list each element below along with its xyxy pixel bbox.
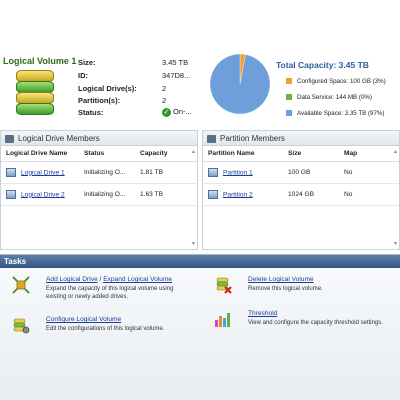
threshold-icon: [215, 313, 230, 327]
drive-name-cell: Logical Drive 2: [1, 183, 79, 206]
partition-map-cell: No: [339, 183, 399, 206]
drive-name-cell: Logical Drive 1: [1, 161, 79, 184]
logical-drive-members-panel: Logical Drive Members Logical Drive Name…: [0, 130, 198, 250]
legend-label-data-service: Data Service: 144 MB (0%): [297, 94, 372, 101]
size-label: Size:: [78, 58, 96, 67]
partition-2-link[interactable]: Partition 2: [223, 191, 253, 198]
partition-row-icon: [208, 167, 218, 177]
pie-slice-available-space: [209, 53, 271, 115]
partition-name-cell: Partition 1: [203, 161, 283, 184]
legend-swatch-data-service: [286, 94, 292, 101]
task-threshold-description: View and configure the capacity threshol…: [248, 320, 383, 326]
task-configure-title: Configure Logical Volume: [46, 316, 121, 323]
status-label: Status:: [78, 108, 104, 117]
logical-drives-value: 2: [162, 84, 167, 93]
scroll-up-icon[interactable]: ▴: [192, 148, 195, 155]
task-add-expand: Add Logical Drive / Expand Logical Volum…: [12, 276, 202, 306]
volume-title: Logical Volume 1: [3, 56, 77, 66]
task-threshold: Threshold View and configure the capacit…: [214, 310, 394, 334]
scroll-down-icon[interactable]: ▾: [394, 240, 397, 247]
drive-icon: [6, 167, 16, 177]
logical-drives-label: Logical Drive(s):: [78, 84, 137, 93]
task-delete-title: Delete Logical Volume: [248, 276, 314, 283]
legend-data-service: Data Service: 144 MB (0%): [286, 94, 372, 101]
total-capacity-title: Total Capacity: 3.45 TB: [276, 60, 369, 70]
table-row[interactable]: Logical Drive 2 Initializing O... 1.63 T…: [1, 183, 197, 206]
drive-status-cell: Initializing O...: [79, 183, 135, 206]
task-delete: Delete Logical Volume Remove this logica…: [214, 276, 394, 300]
task-configure: Configure Logical Volume Edit the config…: [12, 316, 202, 340]
legend-swatch-available: [286, 110, 292, 117]
column-logical-drive-name[interactable]: Logical Drive Name: [1, 146, 79, 162]
drive-status-cell: Initializing O...: [79, 161, 135, 184]
task-configure-description: Edit the configurations of this logical …: [46, 326, 165, 332]
column-capacity[interactable]: Capacity: [135, 146, 197, 162]
task-add-description: Expand the capacity of this logical volu…: [46, 285, 173, 301]
partition-members-title: Partition Members: [220, 134, 285, 143]
task-threshold-title: Threshold: [248, 310, 277, 317]
partitions-label: Partition(s):: [78, 96, 121, 105]
logical-drive-members-header: Logical Drive Members: [1, 131, 197, 146]
partition-name-cell: Partition 2: [203, 183, 283, 206]
tasks-body: Add Logical Drive / Expand Logical Volum…: [0, 268, 400, 400]
task-delete-description: Remove this logical volume.: [248, 286, 323, 292]
status-value-wrap: ✓ On-...: [162, 107, 192, 117]
partitions-value: 2: [162, 96, 167, 105]
partition-size-cell: 100 GB: [283, 161, 339, 184]
logical-drive-2-link[interactable]: Logical Drive 2: [21, 191, 65, 198]
scroll-down-icon[interactable]: ▾: [192, 240, 195, 247]
expand-volume-icon: [12, 276, 30, 294]
partition-1-link[interactable]: Partition 1: [223, 169, 253, 176]
logical-drive-1-link[interactable]: Logical Drive 1: [21, 169, 65, 176]
tasks-header: Tasks: [0, 255, 400, 268]
threshold-link[interactable]: Threshold: [248, 310, 277, 317]
id-value: 347D8...: [162, 71, 191, 80]
partition-icon: [207, 134, 216, 143]
check-icon: ✓: [162, 107, 171, 117]
partition-members-panel: Partition Members Partition Name Size Ma…: [202, 130, 400, 250]
tasks-panel: Tasks Add Logical Drive / Expand Logical…: [0, 254, 400, 400]
column-map[interactable]: Map: [339, 146, 399, 162]
task-add-description-line-1: Expand the capacity of this logical volu…: [46, 286, 174, 292]
drive-capacity-cell: 1.63 TB: [135, 183, 197, 206]
id-label: ID:: [78, 71, 88, 80]
configure-logical-volume-link[interactable]: Configure Logical Volume: [46, 316, 121, 323]
legend-available: Available Space: 3.35 TB (97%): [286, 110, 384, 117]
partition-size-cell: 1024 GB: [283, 183, 339, 206]
legend-label-available: Available Space: 3.35 TB (97%): [297, 110, 385, 117]
scroll-up-icon[interactable]: ▴: [394, 148, 397, 155]
legend-configured: Configured Space: 100 GB (3%): [286, 78, 386, 85]
partition-table: Partition Name Size Map Partition 1 100 …: [203, 146, 399, 206]
partition-members-header: Partition Members: [203, 131, 399, 146]
capacity-pie-chart: [209, 53, 271, 115]
column-size[interactable]: Size: [283, 146, 339, 162]
column-partition-name[interactable]: Partition Name: [203, 146, 283, 162]
logical-drive-table: Logical Drive Name Status Capacity Logic…: [1, 146, 197, 206]
task-add-description-line-2: existing or newly added drives.: [46, 294, 129, 300]
logical-volume-icon: [16, 70, 54, 116]
server-icon: [5, 134, 14, 143]
logical-drive-members-title: Logical Drive Members: [18, 134, 100, 143]
table-row[interactable]: Logical Drive 1 Initializing O... 1.81 T…: [1, 161, 197, 184]
partition-row-icon: [208, 189, 218, 199]
status-value: On-...: [173, 107, 192, 116]
configure-volume-icon: [13, 318, 30, 334]
expand-logical-volume-link[interactable]: Expand Logical Volume: [103, 276, 172, 283]
legend-label-configured: Configured Space: 100 GB (3%): [297, 78, 386, 85]
add-logical-drive-link[interactable]: Add Logical Drive: [46, 276, 98, 283]
size-value: 3.45 TB: [162, 58, 189, 67]
table-row[interactable]: Partition 2 1024 GB No: [203, 183, 399, 206]
drive-icon: [6, 189, 16, 199]
legend-swatch-configured: [286, 78, 292, 85]
delete-volume-icon: [216, 277, 232, 294]
partition-map-cell: No: [339, 161, 399, 184]
column-status[interactable]: Status: [79, 146, 135, 162]
table-row[interactable]: Partition 1 100 GB No: [203, 161, 399, 184]
task-add-title: Add Logical Drive / Expand Logical Volum…: [46, 276, 172, 283]
delete-logical-volume-link[interactable]: Delete Logical Volume: [248, 276, 314, 283]
volume-summary: Logical Volume 1 Size: 3.45 TB ID: 347D8…: [0, 0, 400, 128]
drive-capacity-cell: 1.81 TB: [135, 161, 197, 184]
